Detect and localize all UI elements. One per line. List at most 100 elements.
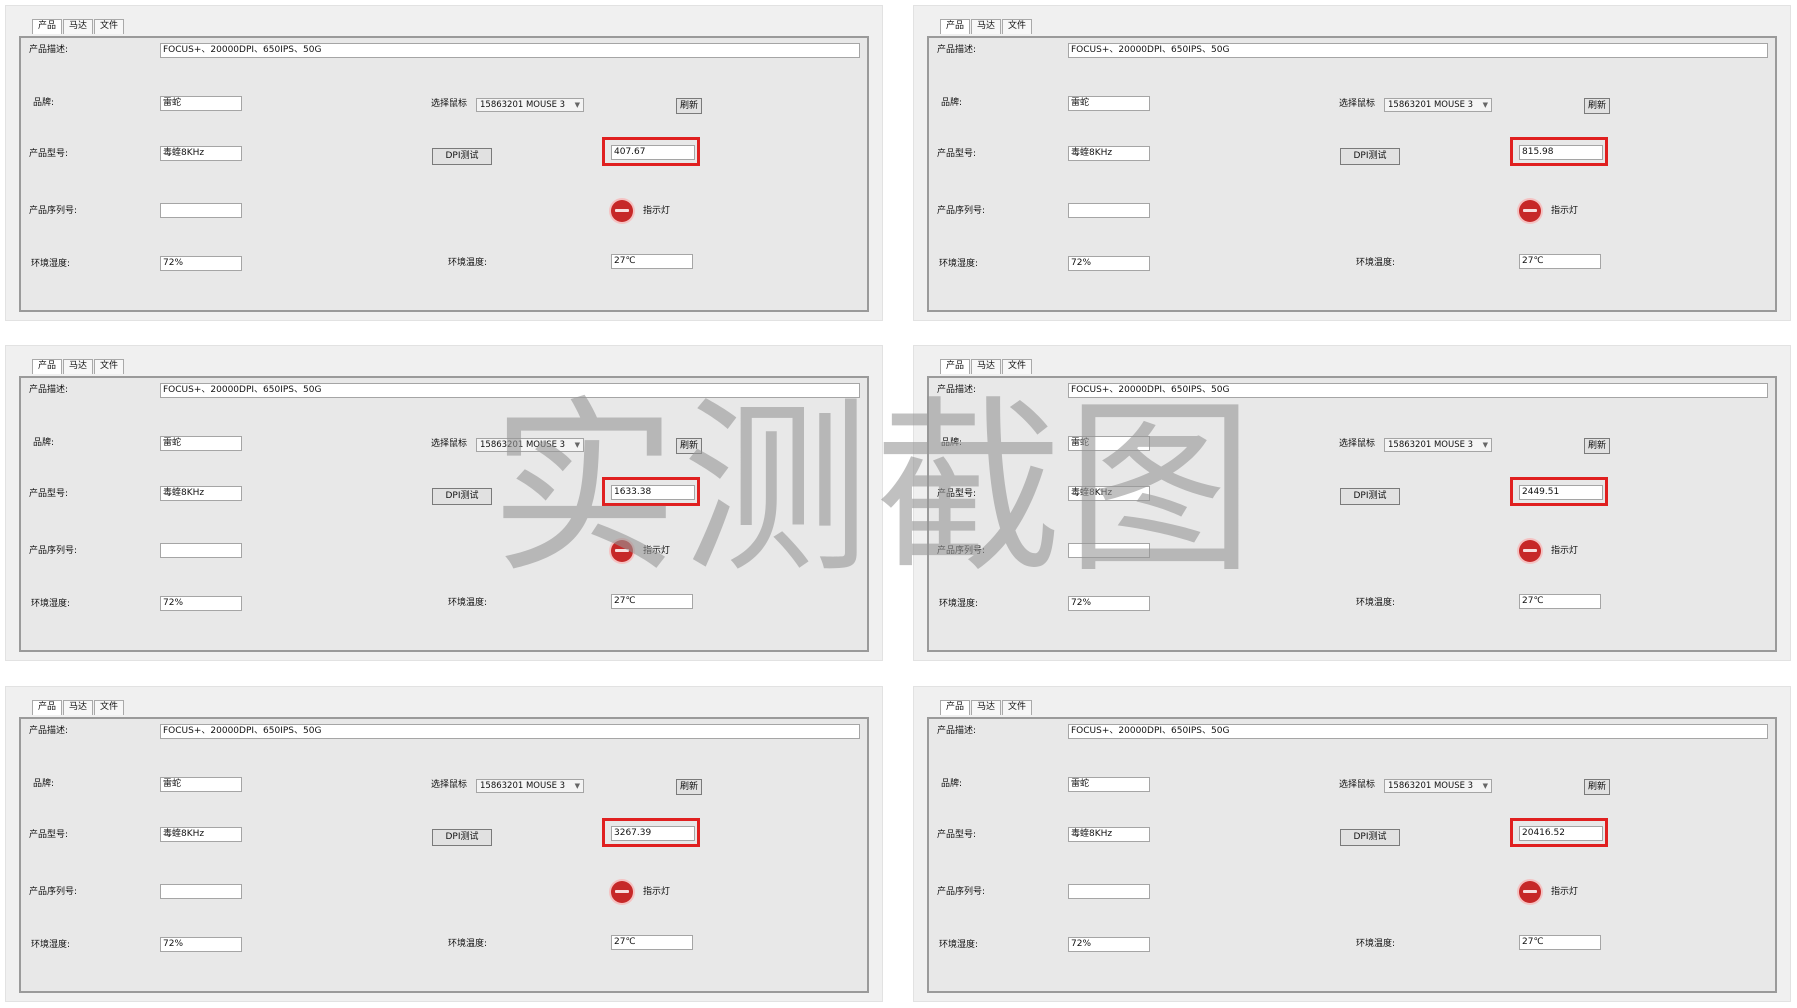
indicator-label: 指示灯 (643, 206, 671, 216)
brand-field[interactable]: 雷蛇 (160, 96, 242, 111)
tab-product[interactable]: 产品 (32, 19, 63, 34)
temperature-field[interactable]: 27℃ (1519, 935, 1601, 950)
temperature-field[interactable]: 27℃ (611, 594, 693, 609)
dpi-test-button[interactable]: DPI测试 (1340, 829, 1400, 846)
tab-file[interactable]: 文件 (94, 19, 125, 34)
dpi-test-button[interactable]: DPI测试 (432, 148, 492, 165)
description-field[interactable]: FOCUS+、20000DPI、650IPS、50G (160, 43, 860, 58)
serial-field[interactable] (160, 203, 242, 218)
app-window: 产品 马达 文件 产品描述: FOCUS+、20000DPI、650IPS、50… (5, 686, 883, 1002)
product-groupbox: 产品描述: FOCUS+、20000DPI、650IPS、50G 品牌: 雷蛇 … (927, 36, 1777, 312)
red-indicator-light-icon (611, 540, 633, 562)
humidity-label: 环境湿度: (939, 259, 979, 269)
model-label: 产品型号: (937, 489, 977, 499)
tab-motor[interactable]: 马达 (971, 700, 1002, 715)
mouse-select-value: 15863201 MOUSE 3 (480, 100, 566, 110)
tab-motor[interactable]: 马达 (63, 19, 94, 34)
serial-field[interactable] (1068, 203, 1150, 218)
app-window: 产品 马达 文件 产品描述: FOCUS+、20000DPI、650IPS、50… (913, 5, 1791, 321)
temperature-field[interactable]: 27℃ (1519, 594, 1601, 609)
tab-file[interactable]: 文件 (1002, 700, 1033, 715)
tab-product[interactable]: 产品 (32, 359, 63, 374)
model-field[interactable]: 毒蝰8KHz (1068, 486, 1150, 501)
refresh-button[interactable]: 刷新 (1584, 98, 1610, 114)
tab-file[interactable]: 文件 (94, 359, 125, 374)
mouse-select[interactable]: 15863201 MOUSE 3 ▼ (476, 779, 584, 793)
description-field[interactable]: FOCUS+、20000DPI、650IPS、50G (160, 383, 860, 398)
description-field[interactable]: FOCUS+、20000DPI、650IPS、50G (1068, 43, 1768, 58)
temperature-field[interactable]: 27℃ (611, 254, 693, 269)
tab-product[interactable]: 产品 (940, 19, 971, 34)
tab-motor[interactable]: 马达 (63, 700, 94, 715)
humidity-field[interactable]: 72% (160, 937, 242, 952)
serial-field[interactable] (1068, 884, 1150, 899)
humidity-field[interactable]: 72% (1068, 937, 1150, 952)
app-window: 产品 马达 文件 产品描述: FOCUS+、20000DPI、650IPS、50… (913, 686, 1791, 1002)
temperature-label: 环境温度: (448, 939, 488, 949)
model-field[interactable]: 毒蝰8KHz (160, 827, 242, 842)
tab-product[interactable]: 产品 (940, 700, 971, 715)
refresh-button[interactable]: 刷新 (676, 98, 702, 114)
model-field[interactable]: 毒蝰8KHz (1068, 146, 1150, 161)
tab-motor[interactable]: 马达 (971, 359, 1002, 374)
tab-bar: 产品 马达 文件 (32, 359, 125, 374)
refresh-button[interactable]: 刷新 (1584, 438, 1610, 454)
tab-file[interactable]: 文件 (94, 700, 125, 715)
model-field[interactable]: 毒蝰8KHz (160, 146, 242, 161)
description-field[interactable]: FOCUS+、20000DPI、650IPS、50G (1068, 383, 1768, 398)
serial-field[interactable] (160, 543, 242, 558)
description-label: 产品描述: (937, 45, 977, 55)
brand-field[interactable]: 雷蛇 (1068, 777, 1150, 792)
tab-motor[interactable]: 马达 (971, 19, 1002, 34)
humidity-field[interactable]: 72% (160, 596, 242, 611)
description-label: 产品描述: (29, 385, 69, 395)
indicator-label: 指示灯 (1551, 206, 1579, 216)
mouse-select[interactable]: 15863201 MOUSE 3 ▼ (476, 98, 584, 112)
humidity-field[interactable]: 72% (1068, 256, 1150, 271)
serial-field[interactable] (1068, 543, 1150, 558)
model-label: 产品型号: (29, 830, 69, 840)
dpi-test-button[interactable]: DPI测试 (432, 829, 492, 846)
red-indicator-light-icon (1519, 881, 1541, 903)
brand-label: 品牌: (941, 779, 963, 789)
model-field[interactable]: 毒蝰8KHz (160, 486, 242, 501)
serial-field[interactable] (160, 884, 242, 899)
refresh-button[interactable]: 刷新 (676, 779, 702, 795)
dpi-test-button[interactable]: DPI测试 (432, 488, 492, 505)
tab-product[interactable]: 产品 (32, 700, 63, 715)
select-mouse-label: 选择鼠标 (1339, 439, 1376, 449)
dpi-test-button[interactable]: DPI测试 (1340, 148, 1400, 165)
description-field[interactable]: FOCUS+、20000DPI、650IPS、50G (1068, 724, 1768, 739)
brand-field[interactable]: 雷蛇 (1068, 96, 1150, 111)
humidity-field[interactable]: 72% (1068, 596, 1150, 611)
model-label: 产品型号: (29, 149, 69, 159)
tab-file[interactable]: 文件 (1002, 359, 1033, 374)
brand-field[interactable]: 雷蛇 (160, 436, 242, 451)
description-field[interactable]: FOCUS+、20000DPI、650IPS、50G (160, 724, 860, 739)
serial-label: 产品序列号: (937, 206, 986, 216)
mouse-select[interactable]: 15863201 MOUSE 3 ▼ (476, 438, 584, 452)
model-field[interactable]: 毒蝰8KHz (1068, 827, 1150, 842)
serial-label: 产品序列号: (937, 546, 986, 556)
refresh-button[interactable]: 刷新 (1584, 779, 1610, 795)
tab-file[interactable]: 文件 (1002, 19, 1033, 34)
mouse-select[interactable]: 15863201 MOUSE 3 ▼ (1384, 438, 1492, 452)
brand-field[interactable]: 雷蛇 (1068, 436, 1150, 451)
red-indicator-light-icon (1519, 540, 1541, 562)
temperature-field[interactable]: 27℃ (1519, 254, 1601, 269)
red-indicator-light-icon (611, 881, 633, 903)
temperature-field[interactable]: 27℃ (611, 935, 693, 950)
tab-motor[interactable]: 马达 (63, 359, 94, 374)
product-groupbox: 产品描述: FOCUS+、20000DPI、650IPS、50G 品牌: 雷蛇 … (927, 717, 1777, 993)
mouse-select[interactable]: 15863201 MOUSE 3 ▼ (1384, 779, 1492, 793)
brand-field[interactable]: 雷蛇 (160, 777, 242, 792)
dpi-test-button[interactable]: DPI测试 (1340, 488, 1400, 505)
chevron-down-icon: ▼ (574, 101, 580, 109)
humidity-field[interactable]: 72% (160, 256, 242, 271)
chevron-down-icon: ▼ (1482, 441, 1488, 449)
select-mouse-label: 选择鼠标 (431, 99, 468, 109)
temperature-label: 环境温度: (448, 598, 488, 608)
refresh-button[interactable]: 刷新 (676, 438, 702, 454)
tab-product[interactable]: 产品 (940, 359, 971, 374)
mouse-select[interactable]: 15863201 MOUSE 3 ▼ (1384, 98, 1492, 112)
